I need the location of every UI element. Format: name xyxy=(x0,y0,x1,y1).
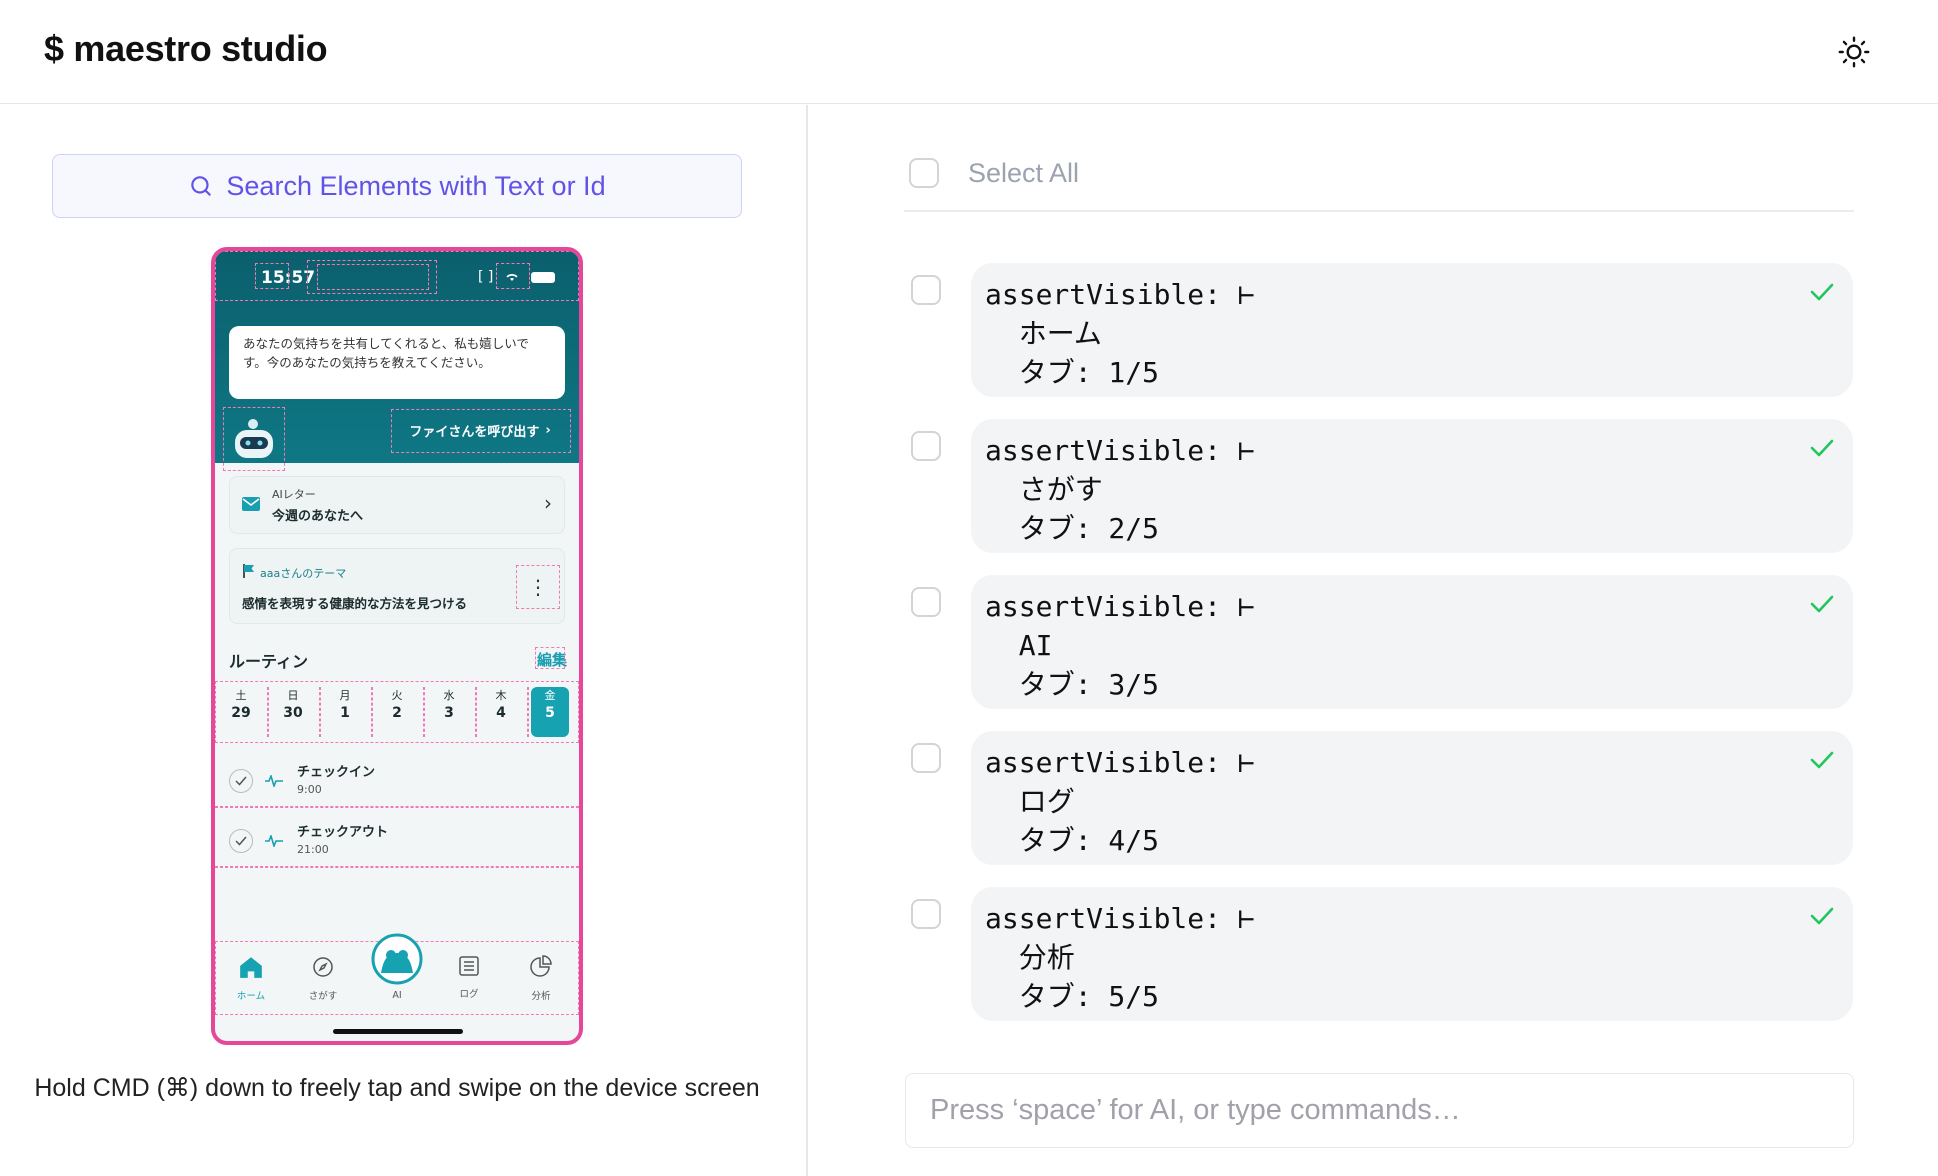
day-cell[interactable]: 木4 xyxy=(475,687,527,737)
task-row[interactable]: チェックイン 9:00 xyxy=(215,751,579,809)
command-checkbox[interactable] xyxy=(911,899,941,929)
task-time: 9:00 xyxy=(297,783,322,796)
select-all-label[interactable]: Select All xyxy=(968,158,1079,189)
avatar-bounds xyxy=(223,407,285,471)
call-button-bounds xyxy=(391,409,571,453)
theme-card[interactable]: aaaさんのテーマ 感情を表現する健康的な方法を見つける ⋮ xyxy=(229,548,565,624)
check-icon[interactable] xyxy=(229,829,253,853)
list-separator xyxy=(904,210,1854,212)
success-check-icon xyxy=(1810,439,1834,457)
more-options-icon[interactable]: ⋮ xyxy=(516,565,560,609)
task-name: チェックアウト xyxy=(297,825,389,840)
bottom-tab-bar: ホーム さがす AI ログ 分析 xyxy=(215,933,579,1021)
home-icon xyxy=(240,957,262,978)
task-row[interactable]: チェックアウト 21:00 xyxy=(215,811,579,869)
list-icon xyxy=(459,956,479,976)
pie-chart-icon xyxy=(530,955,552,977)
command-item[interactable]: assertVisible: ⊢ ホーム タブ: 1/5 xyxy=(971,263,1853,397)
ai-letter-label: AIレター xyxy=(272,488,316,501)
pulse-icon xyxy=(265,835,283,847)
time-bounds xyxy=(255,263,289,289)
success-check-icon xyxy=(1810,595,1834,613)
success-check-icon xyxy=(1810,751,1834,769)
ai-avatar-icon xyxy=(371,933,423,985)
edit-bounds xyxy=(535,647,565,669)
search-icon xyxy=(191,176,212,196)
day-separator xyxy=(475,687,477,737)
command-text: assertVisible: ⊢ AI タブ: 3/5 xyxy=(985,590,1255,701)
task-name: チェックイン xyxy=(297,765,376,780)
sun-icon xyxy=(1838,36,1870,68)
task-time: 21:00 xyxy=(297,843,329,856)
compass-icon xyxy=(313,957,333,977)
ai-message-bubble: あなたの気持ちを共有してくれると、私も嬉しいです。今のあなたの気持ちを教えてくだ… xyxy=(229,326,565,399)
day-separator xyxy=(527,687,529,737)
row-separator xyxy=(215,806,579,808)
ai-letter-title: 今週のあなたへ xyxy=(272,509,364,524)
command-item[interactable]: assertVisible: ⊢ ログ タブ: 4/5 xyxy=(971,731,1853,865)
chevron-right-icon: › xyxy=(544,491,552,515)
dynamic-island-bounds xyxy=(317,264,429,290)
tab-analysis[interactable]: 分析 xyxy=(505,941,577,1015)
routine-title: ルーティン xyxy=(229,652,309,671)
success-check-icon xyxy=(1810,283,1834,301)
theme-label: aaaさんのテーマ xyxy=(260,567,347,580)
day-cell[interactable]: 水3 xyxy=(423,687,475,737)
tab-ai[interactable]: AI xyxy=(361,933,433,1015)
pulse-icon xyxy=(265,775,283,787)
command-checkbox[interactable] xyxy=(911,743,941,773)
command-text: assertVisible: ⊢ さがす タブ: 2/5 xyxy=(985,434,1255,545)
command-item[interactable]: assertVisible: ⊢ さがす タブ: 2/5 xyxy=(971,419,1853,553)
day-separator xyxy=(319,687,321,737)
command-checkbox[interactable] xyxy=(911,431,941,461)
pane-divider[interactable] xyxy=(806,105,808,1176)
day-cell-selected[interactable]: 金5 xyxy=(531,687,569,737)
command-text: assertVisible: ⊢ ログ タブ: 4/5 xyxy=(985,746,1255,857)
command-checkbox[interactable] xyxy=(911,275,941,305)
home-indicator xyxy=(333,1029,463,1034)
theme-toggle-button[interactable] xyxy=(1832,30,1876,74)
day-cell[interactable]: 土 29 xyxy=(215,687,267,737)
command-item[interactable]: assertVisible: ⊢ AI タブ: 3/5 xyxy=(971,575,1853,709)
command-checkbox[interactable] xyxy=(911,587,941,617)
app-header: $ maestro studio xyxy=(0,0,1938,104)
wifi-bounds xyxy=(496,263,530,289)
device-screen[interactable]: 15:57 [ ] あなたの気持ちを共有してくれると、私も嬉しいです。今のあなた… xyxy=(211,247,583,1045)
day-separator xyxy=(267,687,269,737)
flag-icon xyxy=(243,564,254,578)
tab-search[interactable]: さがす xyxy=(287,941,359,1015)
theme-title: 感情を表現する健康的な方法を見つける xyxy=(242,596,468,611)
command-text: assertVisible: ⊢ 分析 タブ: 5/5 xyxy=(985,902,1255,1013)
day-cell[interactable]: 月1 xyxy=(319,687,371,737)
signal-icon: [ ] xyxy=(478,269,494,285)
app-title: $ maestro studio xyxy=(44,28,328,69)
command-input[interactable]: Press ‘space’ for AI, or type commands… xyxy=(905,1073,1854,1148)
day-separator xyxy=(423,687,425,737)
row-separator xyxy=(215,866,579,868)
success-check-icon xyxy=(1810,907,1834,925)
select-all-checkbox[interactable] xyxy=(909,158,939,188)
tab-home[interactable]: ホーム xyxy=(215,941,287,1015)
command-item[interactable]: assertVisible: ⊢ 分析 タブ: 5/5 xyxy=(971,887,1853,1021)
day-cell[interactable]: 日 30 xyxy=(267,687,319,737)
tab-log[interactable]: ログ xyxy=(433,941,505,1015)
check-icon[interactable] xyxy=(229,769,253,793)
ai-letter-card[interactable]: AIレター 今週のあなたへ › xyxy=(229,476,565,534)
battery-icon xyxy=(531,272,555,283)
device-hint: Hold CMD (⌘) down to freely tap and swip… xyxy=(34,1074,760,1102)
command-text: assertVisible: ⊢ ホーム タブ: 1/5 xyxy=(985,278,1255,389)
mail-icon xyxy=(242,497,260,511)
day-cell[interactable]: 火2 xyxy=(371,687,423,737)
search-elements-button[interactable]: Search Elements with Text or Id xyxy=(52,154,742,218)
search-label: Search Elements with Text or Id xyxy=(226,170,606,201)
day-separator xyxy=(371,687,373,737)
